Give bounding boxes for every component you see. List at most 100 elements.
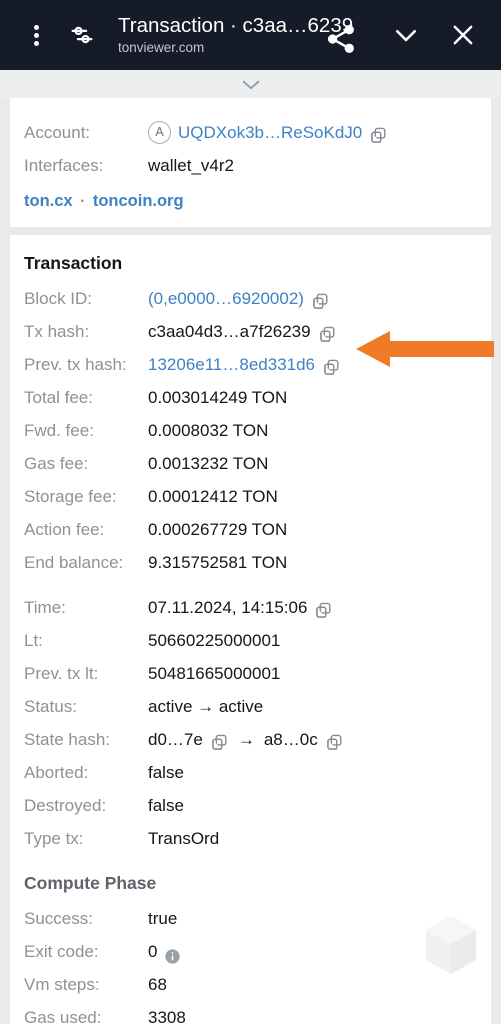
avatar: A [148,121,171,144]
detail-row-label: Prev. tx hash: [24,355,127,374]
detail-row-value-text: 0.000267729 TON [148,520,288,539]
detail-row-value: active → active [148,690,477,723]
detail-row: Prev. tx lt: 50481665000001 [10,657,491,690]
detail-row: Exit code: 0 [10,935,491,968]
detail-row-label: Exit code: [24,942,99,961]
detail-row-label: Aborted: [24,763,89,782]
detail-row-label: Account: [24,123,91,142]
kebab-dot [33,32,39,38]
browser-toolbar: Transaction · c3aa…6239 tonviewer.com [0,0,501,70]
pull-handle-strip[interactable] [0,70,501,98]
detail-row-label: Status: [24,697,77,716]
copy-icon-2[interactable] [325,730,344,750]
copy-icon[interactable] [311,289,330,309]
transaction-rows: Block ID: (0,e0000…6920002) Tx hash: c3aa04… [10,282,491,855]
detail-row-label: Action fee: [24,520,105,539]
detail-row: Gas used: 3308 [10,1001,491,1024]
compute-phase-rows: Success: true Exit code: 0 Vm steps: 68 Gas us… [10,902,491,1024]
detail-row: Storage fee: 0.00012412 TON [10,480,491,513]
account-rows: Account: A UQDXok3b…ReSoKdJ0 Interfaces: wal… [10,116,491,182]
detail-row-value-text: 0.00012412 TON [148,487,278,506]
detail-row-value: 0.003014249 TON [148,381,477,414]
detail-row-value[interactable]: A UQDXok3b…ReSoKdJ0 [148,116,477,149]
copy-icon[interactable] [314,598,333,618]
transaction-detail-screen: Transaction · c3aa…6239 tonviewer.com Ac… [0,0,501,1024]
kebab-menu-icon[interactable] [16,13,56,57]
tune-icon[interactable] [60,13,104,57]
card-divider [0,227,501,235]
detail-row: Tx hash: c3aa04d3…a7f26239 [10,315,491,348]
kebab-dot [33,24,39,30]
copy-icon[interactable] [369,123,388,143]
detail-row-value: 0.0013232 TON [148,447,477,480]
detail-row: Vm steps: 68 [10,968,491,1001]
detail-row-value-text: 07.11.2024, 14:15:06 [148,598,308,617]
page-title-block[interactable]: Transaction · c3aa…6239 tonviewer.com [118,14,375,57]
detail-row-value: false [148,756,477,789]
detail-row-value[interactable]: (0,e0000…6920002) [148,282,477,315]
detail-row-value-text: false [148,763,184,782]
detail-row: Prev. tx hash: 13206e11…8ed331d6 [10,348,491,381]
detail-row-label: Destroyed: [24,796,107,815]
detail-row-value: 3308 [148,1001,477,1024]
copy-icon[interactable] [322,355,341,375]
detail-row-value-text: d0…7e [148,730,203,749]
detail-row: Account: A UQDXok3b…ReSoKdJ0 [10,116,491,149]
detail-row-label: Lt: [24,631,43,650]
link-separator: · [80,193,86,210]
detail-row-value-text: active → active [148,697,264,716]
chevron-down-icon[interactable] [383,12,429,58]
detail-row: Destroyed: false [10,789,491,822]
close-icon[interactable] [441,13,485,57]
detail-row-value: 0.000267729 TON [148,513,477,546]
detail-row-label: Fwd. fee: [24,421,94,440]
detail-row-label: Type tx: [24,829,84,848]
detail-row: Interfaces: wallet_v4r2 [10,149,491,182]
kebab-dot [33,40,39,46]
detail-row-value-text: false [148,796,184,815]
detail-row: State hash: d0…7e → a8…0c [10,723,491,756]
detail-row: Type tx: TransOrd [10,822,491,855]
detail-row: Time: 07.11.2024, 14:15:06 [10,591,491,624]
link-ton-cx[interactable]: ton.cx [24,192,73,210]
detail-row-value-text: 50481665000001 [148,664,281,683]
detail-row-value-text[interactable]: (0,e0000…6920002) [148,282,304,315]
detail-row-label: Tx hash: [24,322,90,341]
transaction-card: Transaction Block ID: (0,e0000…6920002) Tx… [10,235,491,1024]
detail-row-value-text: 9.315752581 TON [148,553,288,572]
detail-row-label: Vm steps: [24,975,100,994]
detail-row-value-text[interactable]: UQDXok3b…ReSoKdJ0 [178,116,362,149]
detail-row-value-text: 0.0013232 TON [148,454,269,473]
copy-icon[interactable] [210,730,229,750]
detail-row: Action fee: 0.000267729 TON [10,513,491,546]
detail-row-value: 0.0008032 TON [148,414,477,447]
link-toncoin-org[interactable]: toncoin.org [93,192,184,210]
detail-row-value[interactable]: 13206e11…8ed331d6 [148,348,477,381]
detail-row-label: Interfaces: [24,156,104,175]
detail-row-value-text: true [148,909,178,928]
compute-phase-heading: Compute Phase [24,873,157,893]
share-icon[interactable] [323,21,359,57]
detail-row-value: wallet_v4r2 [148,149,477,182]
detail-row-label: State hash: [24,730,111,749]
copy-icon[interactable] [318,322,337,342]
ton-cube-watermark-icon [423,914,479,976]
detail-row: End balance: 9.315752581 TON [10,546,491,579]
detail-row-value-text-2: a8…0c [263,730,318,749]
detail-row: Aborted: false [10,756,491,789]
detail-row-value-text[interactable]: 13206e11…8ed331d6 [148,348,315,381]
info-icon[interactable] [164,943,181,964]
detail-row: Fwd. fee: 0.0008032 TON [10,414,491,447]
detail-row-label: Success: [24,909,93,928]
detail-row: Success: true [10,902,491,935]
detail-row-value-text: 3308 [148,1008,186,1024]
detail-row: Block ID: (0,e0000…6920002) [10,282,491,315]
detail-row-value: TransOrd [148,822,477,855]
detail-row: Total fee: 0.003014249 TON [10,381,491,414]
detail-row-value-text: wallet_v4r2 [148,156,234,175]
arrow-right-glyph: → [237,730,255,749]
detail-row-label: Gas used: [24,1008,102,1024]
detail-row-label: Time: [24,598,66,617]
account-card: Account: A UQDXok3b…ReSoKdJ0 Interfaces: wal… [10,98,491,227]
detail-row-value: 0.00012412 TON [148,480,477,513]
